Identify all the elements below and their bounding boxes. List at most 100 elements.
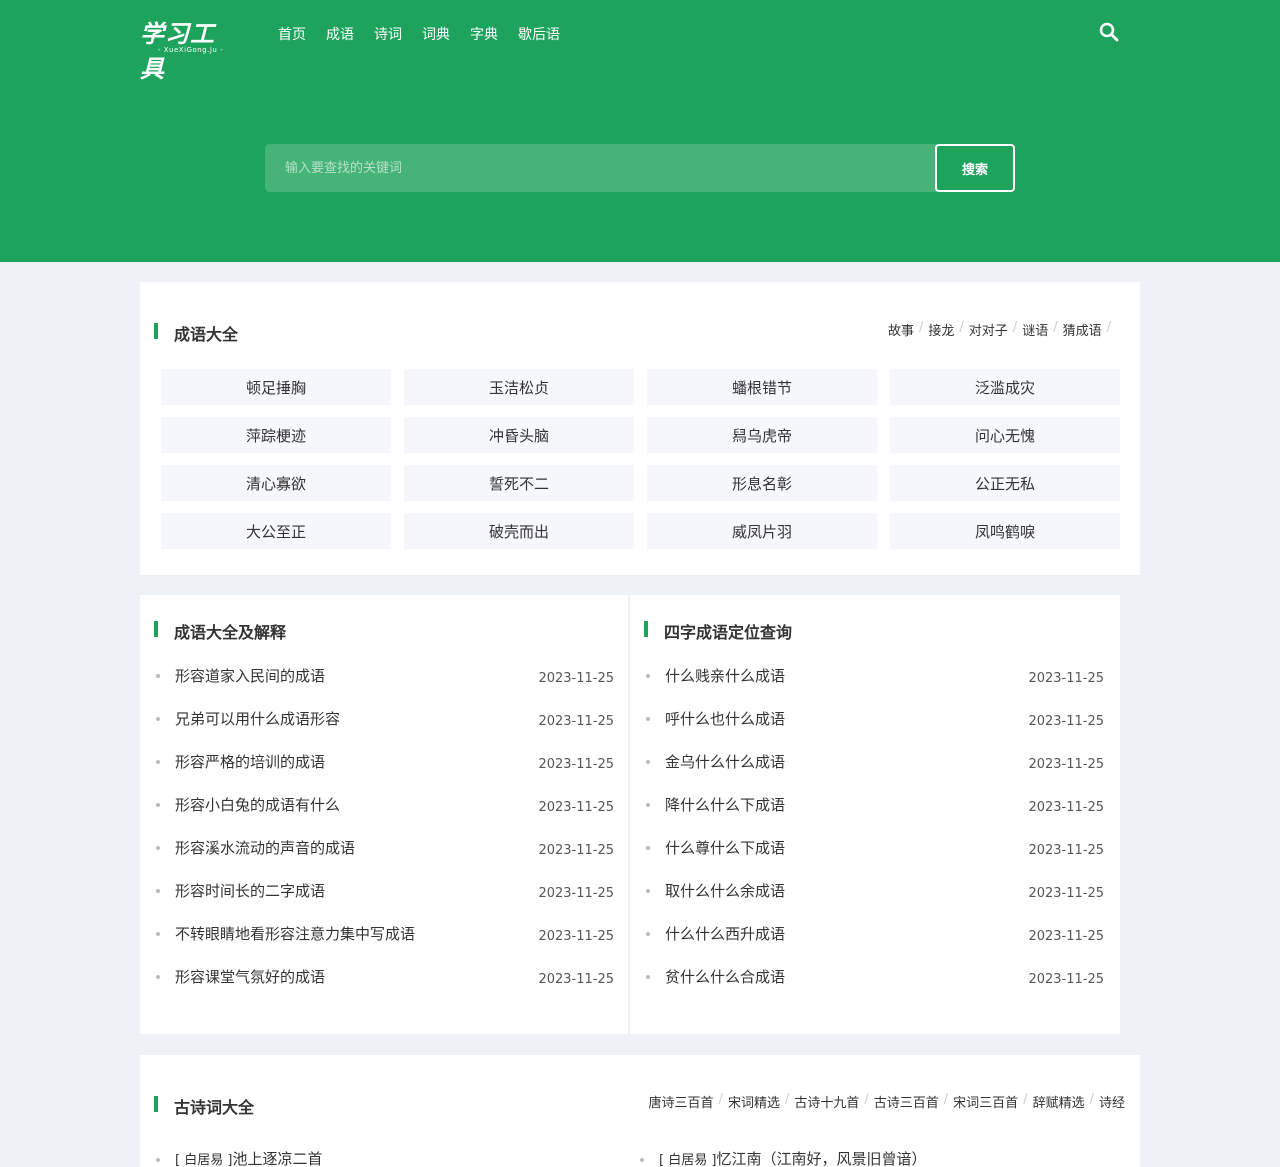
poems-link-cifu[interactable]: 辞赋精选 bbox=[1033, 1092, 1085, 1111]
list-item[interactable]: 形容严格的培训的成语 2023-11-25 bbox=[154, 749, 614, 792]
list-item[interactable]: 形容时间长的二字成语 2023-11-25 bbox=[154, 878, 614, 921]
poems-link-ancient300[interactable]: 古诗三百首 bbox=[874, 1092, 939, 1111]
idioms-link-story[interactable]: 故事 bbox=[888, 320, 914, 339]
article-date: 2023-11-25 bbox=[1028, 929, 1104, 944]
idiom-item[interactable]: 舄乌虎帝 bbox=[647, 417, 877, 453]
nav-idioms[interactable]: 成语 bbox=[326, 24, 354, 44]
list-item[interactable]: 降什么什么下成语 2023-11-25 bbox=[644, 792, 1104, 835]
article-link[interactable]: 什么什么西升成语 bbox=[665, 923, 785, 944]
bullet-dot bbox=[640, 1158, 644, 1162]
search-button[interactable]: 搜索 bbox=[935, 144, 1015, 192]
article-date: 2023-11-25 bbox=[1028, 757, 1104, 772]
article-link[interactable]: 什么贱亲什么成语 bbox=[665, 665, 785, 686]
bullet-dot bbox=[646, 674, 650, 678]
idioms-link-riddles[interactable]: 谜语 bbox=[1022, 320, 1048, 339]
idioms-link-chain[interactable]: 接龙 bbox=[928, 320, 954, 339]
article-link[interactable]: 形容小白兔的成语有什么 bbox=[175, 794, 340, 815]
article-link[interactable]: 贫什么什么合成语 bbox=[665, 966, 785, 987]
list-item[interactable]: 不转眼睛地看形容注意力集中写成语 2023-11-25 bbox=[154, 921, 614, 964]
article-link[interactable]: 取什么什么余成语 bbox=[665, 880, 785, 901]
main-nav: 首页 成语 诗词 词典 字典 歇后语 bbox=[278, 24, 560, 44]
article-link[interactable]: 呼什么也什么成语 bbox=[665, 708, 785, 729]
list-item[interactable]: 形容溪水流动的声音的成语 2023-11-25 bbox=[154, 835, 614, 878]
list-item[interactable]: 呼什么也什么成语 2023-11-25 bbox=[644, 706, 1104, 749]
poem-row[interactable]: [ 白居易 ]忆江南（江南好，风景旧曾谙） bbox=[638, 1148, 926, 1167]
idiom-item[interactable]: 冲昏头脑 bbox=[404, 417, 634, 453]
idiom-item[interactable]: 形息名彰 bbox=[647, 465, 877, 501]
poems-link-tang300[interactable]: 唐诗三百首 bbox=[649, 1092, 714, 1111]
poem-title-link[interactable]: 池上逐凉二首 bbox=[232, 1150, 322, 1167]
list-item[interactable]: 形容小白兔的成语有什么 2023-11-25 bbox=[154, 792, 614, 835]
idioms-link-guess[interactable]: 猜成语 bbox=[1063, 320, 1102, 339]
idiom-item[interactable]: 问心无愧 bbox=[890, 417, 1120, 453]
article-link[interactable]: 金乌什么什么成语 bbox=[665, 751, 785, 772]
idiom-item[interactable]: 蟠根错节 bbox=[647, 369, 877, 405]
bullet-dot bbox=[156, 932, 160, 936]
poem-author: 白居易 bbox=[668, 1153, 708, 1167]
article-link[interactable]: 兄弟可以用什么成语形容 bbox=[175, 708, 340, 729]
bullet-dot bbox=[156, 1158, 160, 1162]
idiom-item[interactable]: 威凤片羽 bbox=[647, 513, 877, 549]
nav-dictionary[interactable]: 词典 bbox=[422, 24, 450, 44]
poem-row[interactable]: [ 白居易 ]池上逐凉二首 bbox=[154, 1148, 322, 1167]
search-icon[interactable] bbox=[1099, 22, 1119, 42]
nav-character-dictionary[interactable]: 字典 bbox=[470, 24, 498, 44]
idiom-item[interactable]: 玉洁松贞 bbox=[404, 369, 634, 405]
list-item[interactable]: 兄弟可以用什么成语形容 2023-11-25 bbox=[154, 706, 614, 749]
idiom-item[interactable]: 清心寡欲 bbox=[161, 465, 391, 501]
nav-xiehouyu[interactable]: 歇后语 bbox=[518, 24, 560, 44]
bullet-dot bbox=[156, 717, 160, 721]
article-link[interactable]: 不转眼睛地看形容注意力集中写成语 bbox=[175, 923, 415, 944]
poems-link-song300[interactable]: 宋词三百首 bbox=[953, 1092, 1018, 1111]
link-separator: / bbox=[1089, 1092, 1094, 1107]
article-link[interactable]: 降什么什么下成语 bbox=[665, 794, 785, 815]
site-logo[interactable]: 学习工具 - XueXiGong.Ju - bbox=[140, 8, 230, 83]
bullet-dot bbox=[646, 717, 650, 721]
list-item[interactable]: 什么尊什么下成语 2023-11-25 bbox=[644, 835, 1104, 878]
link-separator: / bbox=[959, 320, 964, 335]
article-link[interactable]: 形容课堂气氛好的成语 bbox=[175, 966, 325, 987]
poem-title-link[interactable]: 忆江南（江南好，风景旧曾谙） bbox=[716, 1150, 926, 1167]
list-item[interactable]: 什么什么西升成语 2023-11-25 bbox=[644, 921, 1104, 964]
list-item[interactable]: 金乌什么什么成语 2023-11-25 bbox=[644, 749, 1104, 792]
list-item[interactable]: 贫什么什么合成语 2023-11-25 bbox=[644, 964, 1104, 1007]
article-link[interactable]: 形容溪水流动的声音的成语 bbox=[175, 837, 355, 858]
article-link[interactable]: 什么尊什么下成语 bbox=[665, 837, 785, 858]
idiom-item[interactable]: 大公至正 bbox=[161, 513, 391, 549]
link-separator: / bbox=[918, 320, 924, 335]
idiom-item[interactable]: 誓死不二 bbox=[404, 465, 634, 501]
idiom-item[interactable]: 公正无私 bbox=[890, 465, 1120, 501]
link-separator: / bbox=[864, 1092, 869, 1107]
idiom-item[interactable]: 凤鸣鹤唳 bbox=[890, 513, 1120, 549]
bullet-dot bbox=[156, 889, 160, 893]
nav-home[interactable]: 首页 bbox=[278, 24, 306, 44]
nav-poetry[interactable]: 诗词 bbox=[374, 24, 402, 44]
idiom-item[interactable]: 萍踪梗迹 bbox=[161, 417, 391, 453]
poems-link-song-selected[interactable]: 宋词精选 bbox=[728, 1092, 780, 1111]
list-item[interactable]: 取什么什么余成语 2023-11-25 bbox=[644, 878, 1104, 921]
poems-link-19-ancient[interactable]: 古诗十九首 bbox=[794, 1092, 859, 1111]
article-link[interactable]: 形容时间长的二字成语 bbox=[175, 880, 325, 901]
logo-subtext: - XueXiGong.Ju - bbox=[158, 46, 224, 54]
idiom-item[interactable]: 顿足捶胸 bbox=[161, 369, 391, 405]
poems-link-shijing[interactable]: 诗经 bbox=[1099, 1092, 1125, 1111]
link-separator: / bbox=[1106, 320, 1111, 335]
idiom-item[interactable]: 破壳而出 bbox=[404, 513, 634, 549]
article-date: 2023-11-25 bbox=[538, 671, 614, 686]
list-item[interactable]: 什么贱亲什么成语 2023-11-25 bbox=[644, 663, 1104, 706]
four-char-idiom-card: 四字成语定位查询 什么贱亲什么成语 2023-11-25 呼什么也什么成语 2023… bbox=[630, 595, 1120, 1034]
search-input[interactable] bbox=[265, 144, 937, 192]
idioms-link-couplets[interactable]: 对对子 bbox=[969, 320, 1008, 339]
idiom-item[interactable]: 泛滥成灾 bbox=[890, 369, 1120, 405]
poem-author: 白居易 bbox=[184, 1153, 224, 1167]
list-item[interactable]: 形容道家入民间的成语 2023-11-25 bbox=[154, 663, 614, 706]
article-link[interactable]: 形容严格的培训的成语 bbox=[175, 751, 325, 772]
poems-links: 唐诗三百首 / 宋词精选 / 古诗十九首 / 古诗三百首 / 宋词三百首 / 辞赋精选 / … bbox=[649, 1092, 1125, 1111]
article-date: 2023-11-25 bbox=[1028, 886, 1104, 901]
idiom-grid: 顿足捶胸 玉洁松贞 蟠根错节 泛滥成灾 萍踪梗迹 冲昏头脑 舄乌虎帝 问心无愧 … bbox=[161, 369, 1120, 549]
article-date: 2023-11-25 bbox=[538, 800, 614, 815]
article-date: 2023-11-25 bbox=[538, 972, 614, 987]
article-link[interactable]: 形容道家入民间的成语 bbox=[175, 665, 325, 686]
list-item[interactable]: 形容课堂气氛好的成语 2023-11-25 bbox=[154, 964, 614, 1007]
bullet-dot bbox=[156, 975, 160, 979]
